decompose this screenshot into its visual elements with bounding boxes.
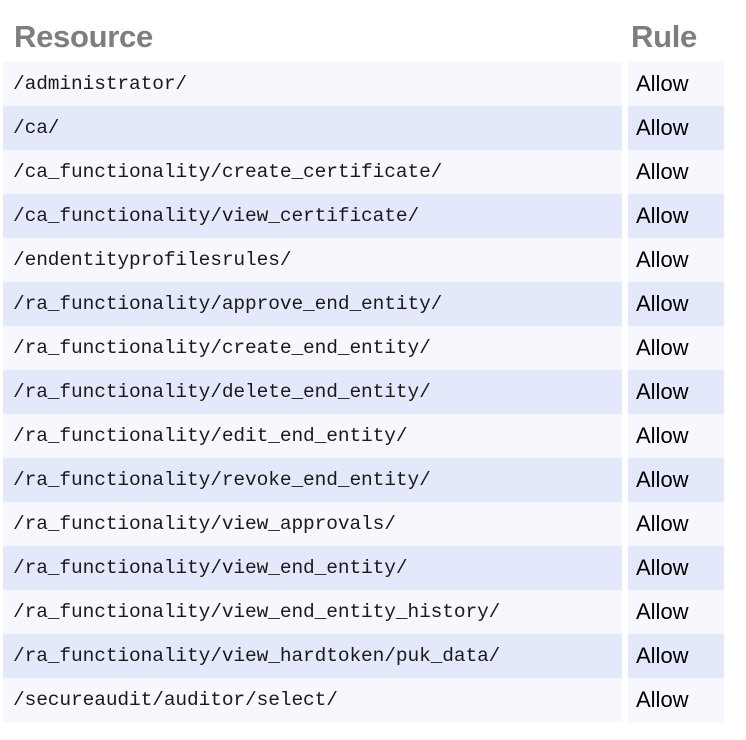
table-row[interactable]: /ra_functionality/edit_end_entity/Allow [0,414,746,458]
table-row[interactable]: /administrator/Allow [0,62,746,106]
cell-resource: /ra_functionality/delete_end_entity/ [3,370,622,414]
cell-rule: Allow [628,62,724,106]
cell-resource: /ra_functionality/create_end_entity/ [3,326,622,370]
cell-resource: /ra_functionality/view_end_entity/ [3,546,622,590]
table-row[interactable]: /ca_functionality/view_certificate/Allow [0,194,746,238]
cell-resource: /administrator/ [3,62,622,106]
access-rules-table: Resource Rule /administrator/Allow/ca/Al… [0,0,746,722]
cell-resource: /ca/ [3,106,622,150]
cell-rule: Allow [628,106,724,150]
cell-rule: Allow [628,282,724,326]
cell-rule: Allow [628,546,724,590]
table-row[interactable]: /ra_functionality/revoke_end_entity/Allo… [0,458,746,502]
table-row[interactable]: /ra_functionality/approve_end_entity/All… [0,282,746,326]
table-row[interactable]: /endentityprofilesrules/Allow [0,238,746,282]
cell-resource: /ca_functionality/create_certificate/ [3,150,622,194]
table-row[interactable]: /ra_functionality/create_end_entity/Allo… [0,326,746,370]
cell-rule: Allow [628,326,724,370]
cell-resource: /endentityprofilesrules/ [3,238,622,282]
cell-rule: Allow [628,634,724,678]
cell-rule: Allow [628,370,724,414]
table-row[interactable]: /ca/Allow [0,106,746,150]
table-row[interactable]: /ra_functionality/view_end_entity_histor… [0,590,746,634]
cell-rule: Allow [628,590,724,634]
cell-rule: Allow [628,458,724,502]
cell-rule: Allow [628,502,724,546]
column-header-rule[interactable]: Rule [622,21,746,62]
cell-resource: /ra_functionality/revoke_end_entity/ [3,458,622,502]
cell-rule: Allow [628,414,724,458]
cell-resource: /secureaudit/auditor/select/ [3,678,622,722]
cell-rule: Allow [628,238,724,282]
cell-rule: Allow [628,150,724,194]
cell-resource: /ra_functionality/approve_end_entity/ [3,282,622,326]
table-row[interactable]: /ra_functionality/view_approvals/Allow [0,502,746,546]
table-row[interactable]: /ra_functionality/view_hardtoken/puk_dat… [0,634,746,678]
cell-resource: /ca_functionality/view_certificate/ [3,194,622,238]
cell-rule: Allow [628,678,724,722]
column-header-resource[interactable]: Resource [0,21,622,62]
table-row[interactable]: /secureaudit/auditor/select/Allow [0,678,746,722]
cell-resource: /ra_functionality/view_hardtoken/puk_dat… [3,634,622,678]
table-row[interactable]: /ca_functionality/create_certificate/All… [0,150,746,194]
cell-resource: /ra_functionality/edit_end_entity/ [3,414,622,458]
table-row[interactable]: /ra_functionality/delete_end_entity/Allo… [0,370,746,414]
cell-rule: Allow [628,194,724,238]
table-body: /administrator/Allow/ca/Allow/ca_functio… [0,62,746,722]
cell-resource: /ra_functionality/view_approvals/ [3,502,622,546]
table-row[interactable]: /ra_functionality/view_end_entity/Allow [0,546,746,590]
cell-resource: /ra_functionality/view_end_entity_histor… [3,590,622,634]
table-header-row: Resource Rule [0,0,746,62]
